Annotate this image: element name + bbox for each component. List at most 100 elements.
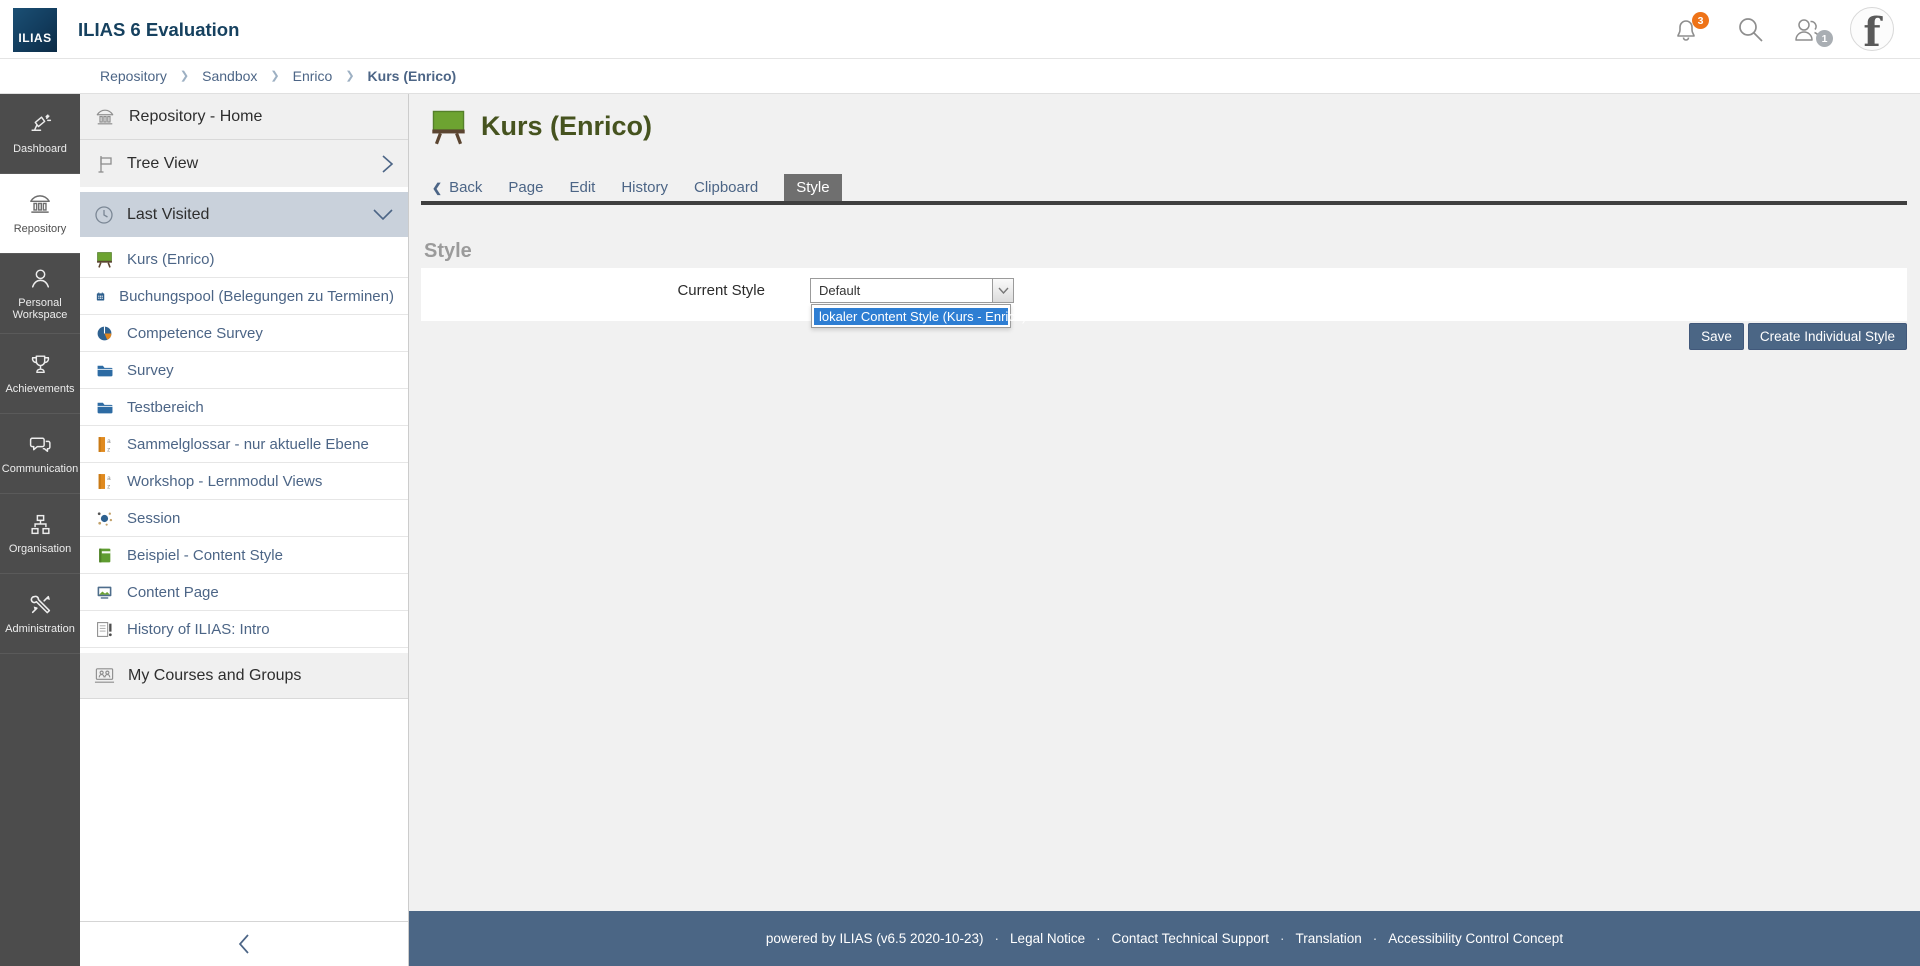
rail-label: Achievements	[2, 383, 77, 396]
current-style-select[interactable]: Default	[810, 278, 1014, 303]
rail-label: Administration	[2, 623, 78, 636]
svg-text:a: a	[107, 474, 111, 481]
avatar-letter: f	[1863, 9, 1880, 52]
sidebar-item-tree-view[interactable]: Tree View	[80, 140, 408, 187]
rail-label: Organisation	[6, 543, 74, 556]
list-item-content-page[interactable]: Content Page	[80, 574, 408, 611]
breadcrumb-separator-icon: ❯	[180, 69, 189, 82]
rail-item-personal-workspace[interactable]: Personal Workspace	[0, 254, 80, 334]
list-item-label: Survey	[127, 362, 174, 379]
list-item-competence-survey[interactable]: Competence Survey	[80, 315, 408, 352]
chevron-down-icon	[372, 208, 394, 221]
sidebar-item-label: Last Visited	[127, 206, 209, 224]
sidebar-item-my-courses-groups[interactable]: My Courses and Groups	[80, 653, 408, 699]
glossary-icon: a z	[96, 436, 113, 453]
trophy-icon	[28, 352, 53, 377]
list-item-label: Content Page	[127, 584, 219, 601]
page-title-row: Kurs (Enrico)	[430, 108, 652, 145]
avatar[interactable]: f	[1850, 7, 1894, 51]
svg-text:z: z	[107, 483, 110, 490]
list-item-beispiel-content-style[interactable]: Beispiel - Content Style	[80, 537, 408, 574]
ilias-logo[interactable]: ILIAS	[13, 8, 57, 52]
style-dropdown-list: lokaler Content Style (Kurs - Enrico)	[811, 304, 1011, 328]
select-arrow-button[interactable]	[992, 279, 1013, 302]
rail-item-dashboard[interactable]: Dashboard	[0, 94, 80, 174]
dashboard-lamp-icon	[28, 112, 53, 137]
top-bar: ILIAS ILIAS 6 Evaluation 3 1 f	[0, 0, 1920, 59]
current-style-label: Current Style	[609, 278, 765, 303]
rail-item-organisation[interactable]: Organisation	[0, 494, 80, 574]
rail-item-achievements[interactable]: Achievements	[0, 334, 80, 414]
search-icon	[1737, 16, 1764, 43]
dropdown-option-local-style[interactable]: lokaler Content Style (Kurs - Enrico)	[814, 308, 1008, 325]
svg-text:a: a	[107, 437, 111, 444]
sidebar-item-last-visited[interactable]: Last Visited	[80, 192, 408, 237]
ilias-logo-text: ILIAS	[18, 31, 51, 45]
save-button[interactable]: Save	[1689, 323, 1744, 350]
list-item-survey[interactable]: Survey	[80, 352, 408, 389]
footer-separator: ·	[1373, 931, 1378, 946]
tab-clipboard[interactable]: Clipboard	[694, 179, 758, 196]
crossed-tools-icon	[28, 592, 53, 617]
search-button[interactable]	[1737, 16, 1764, 48]
sidebar-collapse-button[interactable]	[80, 921, 408, 966]
bank-icon	[27, 191, 53, 217]
powered-by-text: powered by ILIAS (v6.5 2020-10-23)	[766, 931, 984, 946]
footer-link-translation[interactable]: Translation	[1295, 931, 1361, 946]
list-item-label: Sammelglossar - nur aktuelle Ebene	[127, 436, 369, 453]
breadcrumb: Repository ❯ Sandbox ❯ Enrico ❯ Kurs (En…	[0, 59, 1920, 94]
notifications-badge: 3	[1692, 12, 1709, 29]
tab-back-label: Back	[449, 179, 482, 196]
sidebar-item-repository-home[interactable]: Repository - Home	[80, 94, 408, 140]
main-nav-rail: Dashboard Repository Personal Workspace	[0, 94, 80, 966]
list-item-testbereich[interactable]: Testbereich	[80, 389, 408, 426]
content-page-icon	[96, 584, 113, 601]
list-item-history-of-ilias[interactable]: History of ILIAS: Intro	[80, 611, 408, 648]
list-item-label: Testbereich	[127, 399, 204, 416]
rail-item-communication[interactable]: Communication	[0, 414, 80, 494]
rail-item-administration[interactable]: Administration	[0, 574, 80, 654]
sidebar-item-label: My Courses and Groups	[128, 667, 301, 685]
booking-calendar-icon	[96, 288, 105, 305]
list-item-workshop[interactable]: a z Workshop - Lernmodul Views	[80, 463, 408, 500]
rail-label: Personal Workspace	[0, 297, 80, 322]
glossary-icon: a z	[96, 473, 113, 490]
course-easel-icon	[96, 251, 113, 268]
contacts-badge: 1	[1816, 30, 1833, 47]
list-item-sammelglossar[interactable]: a z Sammelglossar - nur aktuelle Ebene	[80, 426, 408, 463]
footer-link-contact-support[interactable]: Contact Technical Support	[1112, 931, 1269, 946]
chevron-down-icon	[998, 287, 1009, 294]
org-chart-icon	[28, 512, 53, 537]
chevron-left-icon: ❮	[432, 181, 442, 195]
tab-history[interactable]: History	[621, 179, 668, 196]
create-individual-style-button[interactable]: Create Individual Style	[1748, 323, 1907, 350]
chevron-left-icon	[237, 932, 251, 956]
footer-link-legal-notice[interactable]: Legal Notice	[1010, 931, 1085, 946]
list-item-label: Beispiel - Content Style	[127, 547, 283, 564]
list-item-buchungspool[interactable]: Buchungspool (Belegungen zu Terminen)	[80, 278, 408, 315]
breadcrumb-current[interactable]: Kurs (Enrico)	[368, 68, 457, 84]
document-exclaim-icon	[96, 621, 113, 638]
section-heading: Style	[424, 240, 472, 263]
courses-groups-icon	[94, 667, 115, 685]
rail-item-repository[interactable]: Repository	[0, 174, 80, 254]
chat-bubbles-icon	[28, 432, 53, 457]
ilias-app: ILIAS ILIAS 6 Evaluation 3 1 f	[0, 0, 1920, 966]
list-item-label: Competence Survey	[127, 325, 263, 342]
tab-style-active[interactable]: Style	[784, 174, 841, 201]
signpost-icon	[94, 154, 114, 174]
breadcrumb-enrico[interactable]: Enrico	[293, 68, 333, 84]
list-item-kurs-enrico[interactable]: Kurs (Enrico)	[80, 241, 408, 278]
breadcrumb-sandbox[interactable]: Sandbox	[202, 68, 257, 84]
tab-page[interactable]: Page	[508, 179, 543, 196]
breadcrumb-repository[interactable]: Repository	[100, 68, 167, 84]
footer-link-accessibility[interactable]: Accessibility Control Concept	[1388, 931, 1563, 946]
pie-chart-icon	[96, 325, 113, 342]
page-title: Kurs (Enrico)	[481, 111, 652, 142]
rail-label: Dashboard	[10, 143, 70, 156]
tab-back[interactable]: ❮ Back	[432, 179, 482, 196]
sidebar-item-label: Repository - Home	[129, 108, 262, 126]
list-item-session[interactable]: Session	[80, 500, 408, 537]
tab-edit[interactable]: Edit	[569, 179, 595, 196]
list-item-label: Workshop - Lernmodul Views	[127, 473, 322, 490]
